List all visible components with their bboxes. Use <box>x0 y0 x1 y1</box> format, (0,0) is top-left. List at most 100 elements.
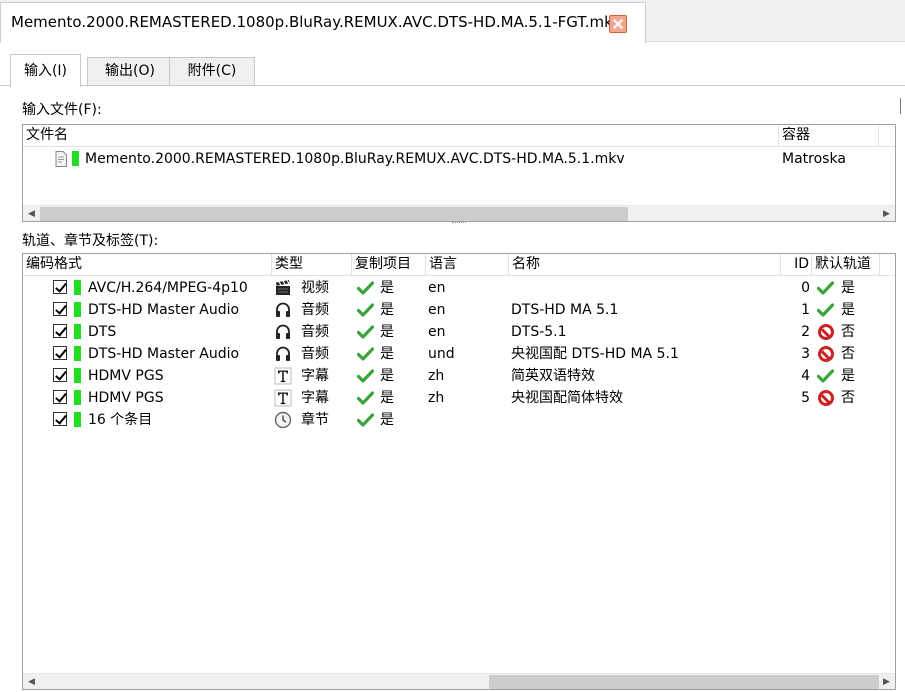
scroll-left-icon[interactable]: ◀ <box>23 674 40 689</box>
track-row[interactable]: DTS 音频 是 en DTS-5.1 2 否 <box>23 321 895 343</box>
track-copy: 是 <box>380 390 394 406</box>
track-type: 字幕 <box>301 390 329 406</box>
track-default: 否 <box>841 324 855 340</box>
track-row[interactable]: HDMV PGS 字幕 是 zh 简英双语特效 4 是 <box>23 365 895 387</box>
track-checkbox[interactable] <box>53 368 67 382</box>
scroll-thumb[interactable] <box>40 207 628 221</box>
film-clapper-icon <box>276 280 290 295</box>
track-default: 是 <box>841 280 855 296</box>
tracks-hscrollbar[interactable]: ◀ ▶ <box>23 673 895 689</box>
column-type[interactable]: 类型 <box>272 254 352 276</box>
input-files-label: 输入文件(F): <box>22 102 102 118</box>
tab-input[interactable]: 输入(I) <box>10 54 81 87</box>
track-type: 音频 <box>301 324 329 340</box>
track-marker <box>74 280 81 295</box>
column-container[interactable]: 容器 <box>779 125 879 147</box>
track-row[interactable]: AVC/H.264/MPEG-4p10 视频 是 en 0 是 <box>23 277 895 299</box>
check-icon <box>817 281 834 295</box>
track-row[interactable]: 16 个条目 章节 是 <box>23 409 895 431</box>
tracks-header: 编码格式 类型 复制项目 语言 名称 ID 默认轨道 <box>23 254 895 276</box>
input-files-list[interactable]: 文件名 容器 Memento.2000.REMASTERED.1080p.Blu… <box>22 124 896 222</box>
tracks-list[interactable]: 编码格式 类型 复制项目 语言 名称 ID 默认轨道 AVC/H.264/MPE… <box>22 253 896 690</box>
track-id: 1 <box>801 302 810 318</box>
prohibited-icon <box>818 390 834 406</box>
track-id: 2 <box>801 324 810 340</box>
close-tab-button[interactable] <box>609 15 627 33</box>
track-copy: 是 <box>380 302 394 318</box>
column-id[interactable]: ID <box>781 254 812 276</box>
scroll-thumb[interactable] <box>489 675 879 689</box>
track-name <box>511 277 779 299</box>
pane-splitter[interactable] <box>452 222 466 225</box>
track-copy: 是 <box>380 280 394 296</box>
headphones-icon <box>276 324 290 339</box>
input-file-row[interactable]: Memento.2000.REMASTERED.1080p.BluRay.REM… <box>23 148 895 170</box>
check-icon <box>357 347 374 361</box>
track-codec: AVC/H.264/MPEG-4p10 <box>88 280 248 296</box>
prohibited-icon <box>818 346 834 362</box>
check-icon <box>357 325 374 339</box>
check-icon <box>357 413 374 427</box>
column-default[interactable]: 默认轨道 <box>812 254 880 276</box>
track-checkbox[interactable] <box>53 324 67 338</box>
input-container: Matroska <box>782 151 846 167</box>
text-t-icon <box>274 389 292 407</box>
column-codec[interactable]: 编码格式 <box>23 254 272 276</box>
track-row[interactable]: DTS-HD Master Audio 音频 是 und 央视国配 DTS-HD MA … <box>23 343 895 365</box>
track-checkbox[interactable] <box>53 346 67 360</box>
track-codec: DTS-HD Master Audio <box>88 346 240 362</box>
input-files-header: 文件名 容器 <box>23 125 895 147</box>
track-language: zh <box>428 390 445 406</box>
track-id: 3 <box>801 346 810 362</box>
track-checkbox[interactable] <box>53 390 67 404</box>
track-codec: DTS-HD Master Audio <box>88 302 240 318</box>
track-id: 4 <box>801 368 810 384</box>
tab-output[interactable]: 输出(O) <box>87 57 173 86</box>
track-copy: 是 <box>380 324 394 340</box>
track-type: 音频 <box>301 302 329 318</box>
document-tab[interactable]: Memento.2000.REMASTERED.1080p.BluRay.REM… <box>0 2 646 43</box>
prohibited-icon <box>818 324 834 340</box>
track-type: 视频 <box>301 280 329 296</box>
track-copy: 是 <box>380 412 394 428</box>
track-checkbox[interactable] <box>53 412 67 426</box>
column-filename[interactable]: 文件名 <box>23 125 779 147</box>
track-marker <box>74 324 81 339</box>
column-copy[interactable]: 复制项目 <box>352 254 426 276</box>
check-icon <box>357 391 374 405</box>
track-marker <box>72 151 79 166</box>
scroll-left-icon[interactable]: ◀ <box>23 206 40 221</box>
track-marker <box>74 390 81 405</box>
track-row[interactable]: DTS-HD Master Audio 音频 是 en DTS-HD MA 5.1 1 是 <box>23 299 895 321</box>
check-icon <box>817 369 834 383</box>
check-icon <box>357 303 374 317</box>
document-tab-title: Memento.2000.REMASTERED.1080p.BluRay.REM… <box>11 13 622 31</box>
file-icon <box>55 151 67 167</box>
input-filename: Memento.2000.REMASTERED.1080p.BluRay.REM… <box>85 151 625 167</box>
track-id: 0 <box>801 280 810 296</box>
scroll-right-icon[interactable]: ▶ <box>878 206 895 221</box>
track-marker <box>74 302 81 317</box>
check-icon <box>357 369 374 383</box>
column-language[interactable]: 语言 <box>426 254 509 276</box>
track-checkbox[interactable] <box>53 302 67 316</box>
track-row[interactable]: HDMV PGS 字幕 是 zh 央视国配简体特效 5 否 <box>23 387 895 409</box>
check-icon <box>357 281 374 295</box>
track-checkbox[interactable] <box>53 280 67 294</box>
column-name[interactable]: 名称 <box>509 254 781 276</box>
scroll-right-icon[interactable]: ▶ <box>878 674 895 689</box>
track-type: 音频 <box>301 346 329 362</box>
tab-divider <box>0 85 905 86</box>
track-default: 否 <box>841 390 855 406</box>
track-marker <box>74 412 81 427</box>
track-codec: 16 个条目 <box>88 412 153 428</box>
track-name: 简英双语特效 <box>511 368 595 384</box>
check-icon <box>817 303 834 317</box>
track-name: 央视国配 DTS-HD MA 5.1 <box>511 346 679 362</box>
track-copy: 是 <box>380 368 394 384</box>
tab-attachments[interactable]: 附件(C) <box>169 57 255 86</box>
text-t-icon <box>274 367 292 385</box>
track-copy: 是 <box>380 346 394 362</box>
track-name: 央视国配简体特效 <box>511 390 623 406</box>
input-files-hscrollbar[interactable]: ◀ ▶ <box>23 205 895 221</box>
